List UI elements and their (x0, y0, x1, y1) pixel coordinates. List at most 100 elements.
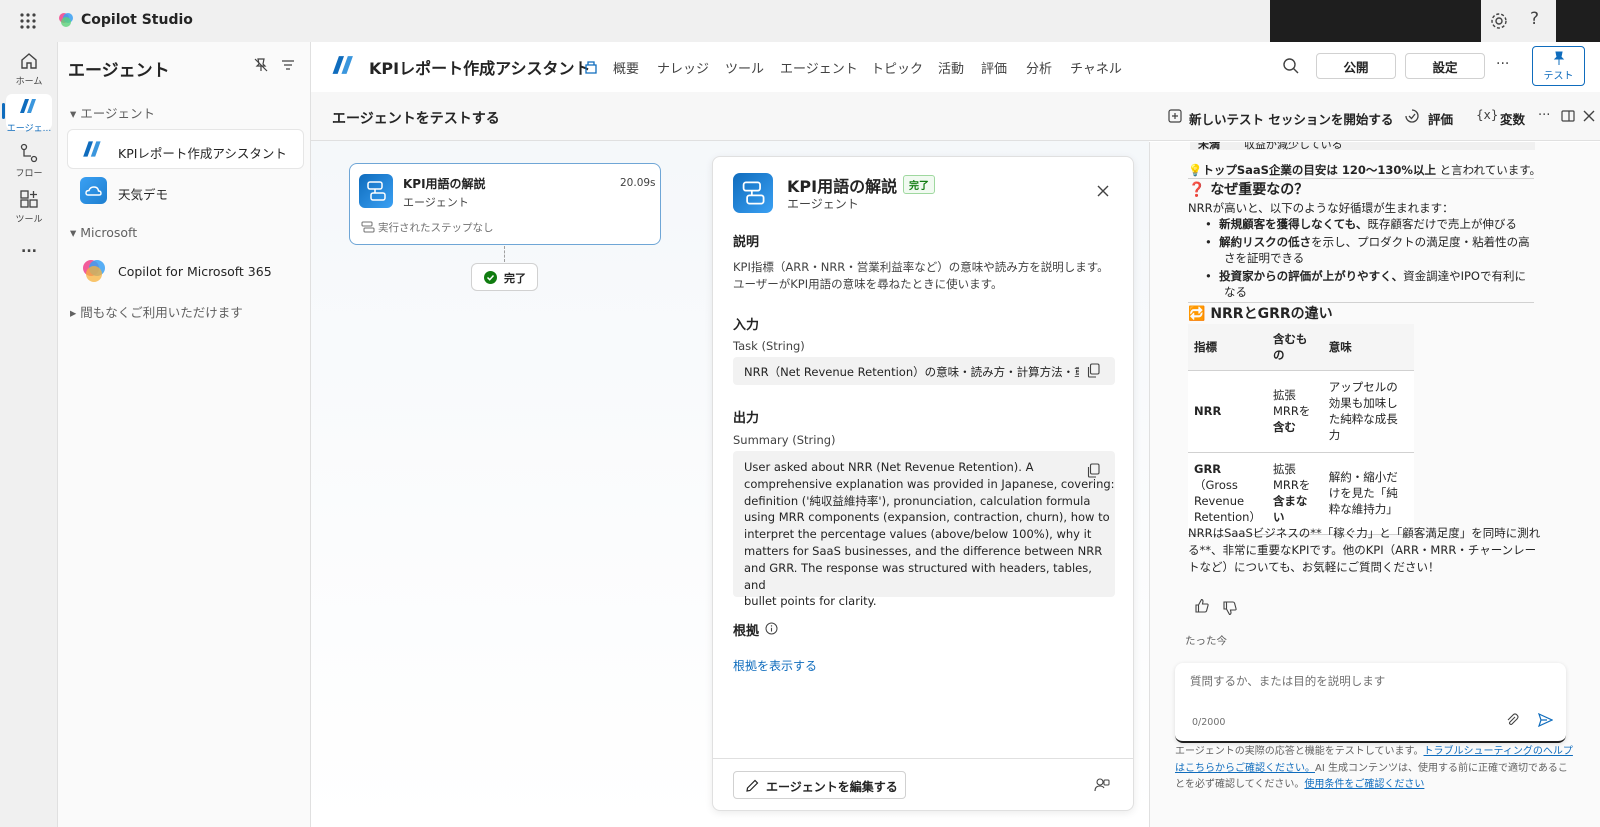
weather-agent-icon (80, 177, 107, 204)
pin-off-icon[interactable] (253, 57, 269, 73)
chat-timestamp: たった今 (1185, 635, 1227, 647)
home-icon (18, 50, 40, 72)
rail-home[interactable]: ホーム (0, 50, 58, 87)
table-row: 指標 含むもの 意味 (1188, 324, 1414, 371)
copy-icon[interactable] (1087, 363, 1100, 378)
why-intro: NRRが高いと、以下のような好循環が生まれます： (1188, 201, 1454, 215)
input-value: NRR（Net Revenue Retention）の意味・読み方・計算方法・重 (744, 365, 1079, 379)
close-icon[interactable] (1583, 110, 1595, 122)
bullet-3-cont: なる (1224, 285, 1247, 299)
help-icon[interactable]: ? (1530, 9, 1539, 29)
search-icon[interactable] (1282, 57, 1300, 75)
chat-input-box[interactable]: 質問するか、または目的を説明します 0/2000 (1175, 663, 1566, 743)
detail-footer-divider (713, 758, 1133, 759)
gear-icon[interactable] (1489, 11, 1509, 31)
group-agents[interactable]: ▾ エージェント (70, 103, 155, 122)
question-mark-icon: ❓ (1188, 182, 1206, 198)
settings-button[interactable]: 設定 (1405, 53, 1485, 79)
tab-knowledge[interactable]: ナレッジ (657, 58, 709, 77)
publish-button[interactable]: 公開 (1316, 53, 1396, 79)
info-icon[interactable] (765, 622, 778, 635)
attach-icon[interactable] (1505, 713, 1519, 727)
closing-line-3: トなど）についても、お気軽にご質問ください！ (1188, 560, 1440, 574)
variables-button[interactable]: 変数 (1500, 109, 1525, 128)
tab-analytics[interactable]: 分析 (1026, 58, 1052, 77)
thumbs-down-icon[interactable] (1222, 600, 1238, 616)
pencil-icon (745, 779, 759, 793)
feedback-icon[interactable] (1094, 777, 1110, 793)
char-counter: 0/2000 (1192, 717, 1226, 728)
new-session-button[interactable]: 新しいテスト セッションを開始する (1189, 109, 1393, 128)
agent-status-icon[interactable] (583, 59, 599, 75)
rail-more[interactable]: ... (0, 240, 58, 256)
disclaimer: エージェントの実際の応答と機能をテストしています。トラブルシューティングのヘルプ… (1175, 746, 1573, 790)
description-line-1: KPI指標（ARR・NRR・営業利益率など）の意味や読み方を説明します。 (733, 260, 1109, 274)
tab-overview[interactable]: 概要 (613, 58, 639, 77)
copilot-logo-icon (58, 12, 74, 28)
tab-tools[interactable]: ツール (725, 58, 764, 77)
table-row: NRR 拡張MRRを含む アップセルの効果も加味した純粋な成長力 (1188, 370, 1414, 453)
rail-agents[interactable]: エージェ... (0, 97, 58, 134)
test-more-button[interactable]: ··· (1538, 108, 1550, 123)
input-value-box: NRR（Net Revenue Retention）の意味・読み方・計算方法・重 (733, 357, 1115, 385)
nrr-grr-table: 指標 含むもの 意味 NRR 拡張MRRを含む アップセルの効果も加味した純粋な… (1188, 324, 1414, 535)
evidence-link[interactable]: 根拠を表示する (733, 657, 817, 674)
rail-flows[interactable]: フロー (0, 142, 58, 179)
description-line-2: ユーザーがKPI用語の意味を尋ねたときに使います。 (733, 277, 1003, 291)
tab-evaluation[interactable]: 評価 (981, 58, 1007, 77)
test-button[interactable]: テスト (1532, 46, 1585, 86)
bullet-2: • 解約リスクの低さを示し、プロダクトの満足度・粘着性の高 (1205, 235, 1530, 249)
rail-tools[interactable]: ツール (0, 188, 58, 225)
output-value-box: User asked about NRR (Net Revenue Retent… (733, 451, 1115, 608)
output-label: Summary (String) (733, 433, 836, 447)
pin-icon (1552, 51, 1566, 67)
evaluate-button[interactable]: 評価 (1428, 109, 1453, 128)
tab-activity[interactable]: 活動 (938, 58, 964, 77)
test-title: エージェントをテストする (332, 111, 500, 127)
agent-header-name: KPIレポート作成アシスタント (369, 59, 591, 78)
flow-card-time: 20.09s (620, 177, 656, 189)
tools-icon (18, 188, 40, 210)
agents-pane-title: エージェント (68, 61, 170, 81)
detail-close-icon[interactable] (1097, 185, 1109, 197)
flow-connector (504, 246, 505, 262)
output-heading: 出力 (733, 411, 760, 426)
panel-layout-icon[interactable] (1561, 110, 1575, 122)
evaluate-icon (1404, 108, 1420, 124)
description-heading: 説明 (733, 235, 760, 250)
group-microsoft[interactable]: ▾ Microsoft (70, 225, 137, 240)
variables-icon: {x} (1476, 108, 1499, 122)
closing-line-2: る**、非常に重要なKPIです。他のKPI（ARR・MRR・チャーンレー (1188, 543, 1537, 557)
chat-divider-1 (1188, 178, 1534, 179)
chat-input[interactable]: 質問するか、または目的を説明します (1190, 673, 1385, 689)
agent-item-kpi-label: KPIレポート作成アシスタント (118, 146, 287, 161)
thumbs-up-icon[interactable] (1194, 598, 1210, 614)
edit-agent-button[interactable]: エージェントを編集する (733, 771, 906, 799)
table-top-remnant (1190, 142, 1535, 150)
app-title: Copilot Studio (81, 12, 193, 28)
terms-link[interactable]: 使用条件をご確認ください (1304, 779, 1424, 790)
tab-topics[interactable]: トピック (871, 58, 923, 77)
flow-card-icon (359, 174, 393, 208)
kpi-agent-icon (81, 137, 105, 161)
flow-done-node[interactable]: 完了 (471, 263, 538, 291)
agent-item-weather[interactable]: 天気デモ (118, 184, 168, 203)
table-row: GRR（Gross Revenue Retention） 拡張MRRを含まない … (1188, 452, 1414, 535)
repeat-icon: 🔁 (1188, 306, 1206, 322)
detail-panel: KPI用語の解説 完了 エージェント 説明 KPI指標（ARR・NRR・営業利益… (712, 156, 1134, 811)
status-badge: 完了 (903, 175, 935, 194)
header-more-button[interactable]: ··· (1496, 56, 1509, 72)
app-launcher-icon[interactable] (18, 11, 38, 31)
group-coming-soon[interactable]: ▸ 間もなくご利用いただけます (70, 302, 243, 321)
tab-agents[interactable]: エージェント (780, 58, 858, 77)
filter-icon[interactable] (281, 58, 295, 72)
agent-item-copilot-m365[interactable]: Copilot for Microsoft 365 (118, 264, 272, 279)
tab-channels[interactable]: チャネル (1070, 58, 1122, 77)
table-top-cell-b: 収益が減少している (1244, 142, 1343, 151)
flow-icon (18, 142, 40, 164)
copilot-m365-icon (81, 258, 107, 284)
send-icon[interactable] (1538, 713, 1553, 727)
agents-icon (18, 97, 40, 119)
table-top-cell-a: 未満 (1198, 142, 1220, 151)
detail-agent-icon (733, 173, 773, 213)
